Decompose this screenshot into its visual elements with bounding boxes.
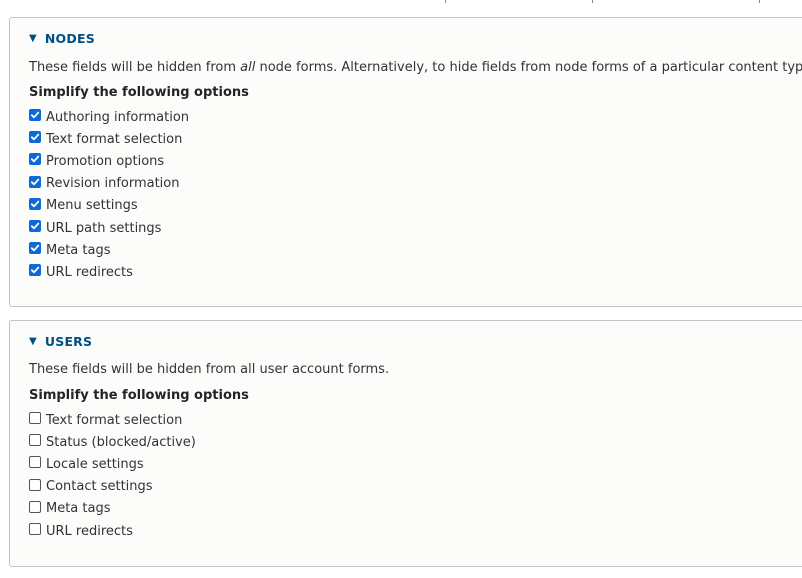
text-fragment <box>445 0 446 3</box>
nodes-fieldset: ▼ NODES These fields will be hidden from… <box>9 17 802 307</box>
checkbox-unchecked[interactable] <box>29 523 41 536</box>
users-legend-toggle[interactable]: ▼ USERS <box>29 334 92 349</box>
checkbox-label: Text format selection <box>46 131 183 147</box>
checkbox-checked[interactable] <box>29 197 41 210</box>
users-legend-label: USERS <box>44 334 93 349</box>
checkbox-option[interactable]: URL redirects <box>29 261 189 283</box>
nodes-description: These fields will be hidden from all nod… <box>29 60 802 75</box>
checkmark-icon <box>30 222 40 230</box>
checkmark-icon <box>30 111 40 119</box>
description-text: These fields will be hidden from <box>29 60 241 75</box>
checkbox-label: URL redirects <box>46 264 133 280</box>
checkbox-label: URL path settings <box>46 220 162 236</box>
checkbox-option[interactable]: Status (blocked/active) <box>29 431 196 453</box>
triangle-down-icon: ▼ <box>29 33 37 44</box>
checkbox-label: Status (blocked/active) <box>46 434 196 450</box>
checkbox-checked[interactable] <box>29 109 41 122</box>
description-text: node forms. Alternatively, to hide field… <box>255 60 802 75</box>
checkbox-checked[interactable] <box>29 242 41 255</box>
users-fieldset: ▼ USERS These fields will be hidden from… <box>9 320 802 567</box>
checkbox-option[interactable]: URL redirects <box>29 520 196 542</box>
checkbox-option[interactable]: URL path settings <box>29 217 189 239</box>
checkbox-label: Contact settings <box>46 479 153 495</box>
checkbox-label: URL redirects <box>46 523 133 539</box>
checkbox-option[interactable]: Menu settings <box>29 195 189 217</box>
checkbox-unchecked[interactable] <box>29 456 41 469</box>
triangle-down-icon: ▼ <box>29 336 37 347</box>
checkbox-label: Revision information <box>46 176 180 192</box>
checkbox-checked[interactable] <box>29 131 41 144</box>
checkbox-label: Authoring information <box>46 109 190 125</box>
checkbox-checked[interactable] <box>29 264 41 277</box>
checkbox-option[interactable]: Promotion options <box>29 150 189 172</box>
text-fragment <box>759 0 760 3</box>
nodes-legend-toggle[interactable]: ▼ NODES <box>29 31 95 46</box>
checkbox-label: Locale settings <box>46 456 144 472</box>
checkbox-checked[interactable] <box>29 153 41 166</box>
checkbox-option[interactable]: Authoring information <box>29 106 189 128</box>
checkbox-option[interactable]: Revision information <box>29 173 189 195</box>
checkmark-icon <box>30 200 40 208</box>
checkbox-label: Meta tags <box>46 242 111 258</box>
users-description: These fields will be hidden from all use… <box>29 362 390 377</box>
checkmark-icon <box>30 267 40 274</box>
checkbox-unchecked[interactable] <box>29 500 41 513</box>
nodes-group-title: Simplify the following options <box>29 85 249 100</box>
checkbox-label: Promotion options <box>46 153 165 169</box>
checkmark-icon <box>30 133 40 141</box>
checkbox-option[interactable]: Locale settings <box>29 453 196 475</box>
checkmark-icon <box>30 244 40 252</box>
users-group-title: Simplify the following options <box>29 388 249 403</box>
nodes-options-list: Authoring information Text format selecti… <box>29 106 189 284</box>
checkbox-option[interactable]: Meta tags <box>29 239 189 261</box>
text-fragment <box>592 0 593 3</box>
previous-content-edge <box>0 0 802 4</box>
checkbox-label: Meta tags <box>46 501 111 517</box>
checkmark-icon <box>30 178 40 185</box>
checkbox-label: Text format selection <box>46 412 183 428</box>
checkbox-label: Menu settings <box>46 198 138 214</box>
checkmark-icon <box>30 156 40 163</box>
checkbox-unchecked[interactable] <box>29 412 41 425</box>
checkbox-unchecked[interactable] <box>29 434 41 447</box>
checkbox-option[interactable]: Meta tags <box>29 498 196 520</box>
description-emphasis: all <box>240 60 256 75</box>
users-options-list: Text format selection Status (blocked/act… <box>29 409 196 542</box>
nodes-legend-label: NODES <box>44 31 95 46</box>
checkbox-option[interactable]: Text format selection <box>29 128 189 150</box>
checkbox-option[interactable]: Contact settings <box>29 476 196 498</box>
checkbox-option[interactable]: Text format selection <box>29 409 196 431</box>
checkbox-checked[interactable] <box>29 175 41 188</box>
checkbox-unchecked[interactable] <box>29 478 41 491</box>
checkbox-checked[interactable] <box>29 220 41 233</box>
